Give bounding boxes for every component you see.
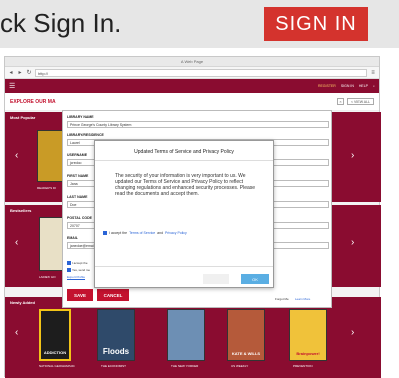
prev-arrow-icon[interactable]: ‹ bbox=[15, 327, 18, 338]
menu-icon[interactable]: ≡ bbox=[370, 70, 376, 76]
terms-link[interactable]: Terms of Service bbox=[129, 231, 155, 235]
checkbox-icon[interactable] bbox=[67, 261, 71, 265]
book-label: US WEEKLY bbox=[231, 364, 249, 368]
library-name-label: LIBRARY NAME bbox=[67, 115, 94, 119]
prev-arrow-icon[interactable]: ‹ bbox=[15, 237, 18, 248]
browser-navbar: ◂ ▸ ↻ http:// ≡ bbox=[5, 67, 379, 79]
ok-button[interactable]: OK bbox=[241, 274, 269, 284]
cover-title: Brainpower! bbox=[296, 351, 320, 356]
accept-checkbox[interactable] bbox=[103, 231, 107, 235]
section-title: Newly Added bbox=[10, 300, 35, 305]
signin-link[interactable]: SIGN IN bbox=[341, 84, 354, 88]
site-header: ☰ REGISTER SIGN IN HELP ⌕ bbox=[5, 79, 379, 93]
search-icon[interactable]: ⌕ bbox=[373, 84, 375, 88]
next-arrow-icon[interactable]: › bbox=[351, 150, 354, 161]
explore-row: EXPLORE OUR MA × < VIEW ALL bbox=[5, 93, 379, 111]
section-title: Most Popular bbox=[10, 115, 36, 120]
prev-arrow-icon[interactable]: ‹ bbox=[15, 150, 18, 161]
cover-title: KATE & WILLS bbox=[231, 351, 261, 356]
register-link[interactable]: REGISTER bbox=[318, 84, 336, 88]
first-name-label: FIRST NAME bbox=[67, 174, 89, 178]
window-title: A Web Page bbox=[5, 57, 379, 67]
privacy-link[interactable]: Privacy Policy bbox=[165, 231, 187, 235]
newsletter-checkbox-row[interactable]: Yes, send me bbox=[67, 268, 90, 272]
next-arrow-icon[interactable]: › bbox=[351, 237, 354, 248]
magazine-cover[interactable] bbox=[167, 309, 205, 361]
book-label: THE NEW YORKER bbox=[171, 364, 199, 368]
instruction-text: ck Sign In. bbox=[0, 8, 122, 38]
cover-title: ADDICTION bbox=[43, 350, 67, 355]
export-profile-link[interactable]: Export Profile bbox=[67, 275, 85, 279]
close-icon[interactable]: × bbox=[337, 98, 345, 105]
instruction-banner: ck Sign In. SIGN IN bbox=[0, 0, 399, 48]
explore-title: EXPLORE OUR MA bbox=[10, 98, 56, 105]
help-link[interactable]: HELP bbox=[359, 84, 368, 88]
forgot-me-text: Forgot Me bbox=[275, 297, 289, 301]
section-title: Bestsellers bbox=[10, 208, 32, 213]
forward-icon[interactable]: ▸ bbox=[17, 69, 23, 76]
accept-label: I accept the bbox=[109, 231, 128, 235]
book-label: NATIONAL GEOGRAPHIC bbox=[39, 364, 75, 368]
terms-check-label: I accept the bbox=[72, 261, 88, 265]
reload-icon[interactable]: ↻ bbox=[26, 69, 32, 76]
magazine-cover[interactable]: Brainpower! bbox=[289, 309, 327, 361]
modal-body-text: The security of your information is very… bbox=[115, 173, 256, 197]
last-name-label: LAST NAME bbox=[67, 195, 88, 199]
newsletter-check-label: Yes, send me bbox=[72, 268, 91, 272]
learn-more-link[interactable]: Learn More bbox=[295, 297, 310, 301]
save-button[interactable]: SAVE bbox=[67, 289, 93, 301]
and-text: and bbox=[157, 231, 164, 235]
hamburger-icon[interactable]: ☰ bbox=[9, 82, 15, 90]
email-label: EMAIL bbox=[67, 236, 78, 240]
magazine-cover[interactable]: KATE & WILLS bbox=[227, 309, 265, 361]
sign-in-button-callout[interactable]: SIGN IN bbox=[264, 7, 368, 41]
magazine-cover[interactable]: Floods bbox=[97, 309, 135, 361]
terms-modal: Updated Terms of Service and Privacy Pol… bbox=[94, 140, 274, 288]
book-label: READER'S DI bbox=[37, 186, 56, 190]
terms-checkbox-row[interactable]: I accept the bbox=[67, 261, 88, 265]
username-label: USERNAME bbox=[67, 153, 88, 157]
magazine-cover[interactable] bbox=[37, 130, 65, 182]
disabled-button bbox=[203, 274, 229, 284]
checkbox-icon[interactable] bbox=[67, 268, 71, 272]
magazine-cover[interactable]: ADDICTION bbox=[39, 309, 71, 361]
library-branch-label: LIBRARY/RESIDENCE bbox=[67, 133, 104, 137]
book-label: PREVENTION bbox=[293, 364, 313, 368]
next-arrow-icon[interactable]: › bbox=[351, 327, 354, 338]
section-newly-added: Newly Added ‹ ADDICTION Floods KATE & WI… bbox=[5, 297, 381, 378]
address-bar[interactable]: http:// bbox=[35, 68, 367, 77]
library-name-field[interactable]: Prince George's County Library System bbox=[67, 121, 329, 128]
postal-code-label: POSTAL CODE bbox=[67, 216, 92, 220]
back-icon[interactable]: ◂ bbox=[8, 69, 14, 76]
cancel-button[interactable]: CANCEL bbox=[97, 289, 129, 301]
modal-divider bbox=[95, 160, 273, 161]
book-label: THE ECONOMIST bbox=[101, 364, 127, 368]
modal-footer-divider bbox=[95, 266, 273, 267]
modal-title: Updated Terms of Service and Privacy Pol… bbox=[134, 149, 234, 155]
cover-title: Floods bbox=[102, 347, 130, 356]
accept-row[interactable]: I accept the Terms of Service and Privac… bbox=[103, 231, 187, 235]
view-all-button[interactable]: < VIEW ALL bbox=[347, 98, 374, 105]
book-label: LADIES' HO bbox=[39, 275, 56, 279]
